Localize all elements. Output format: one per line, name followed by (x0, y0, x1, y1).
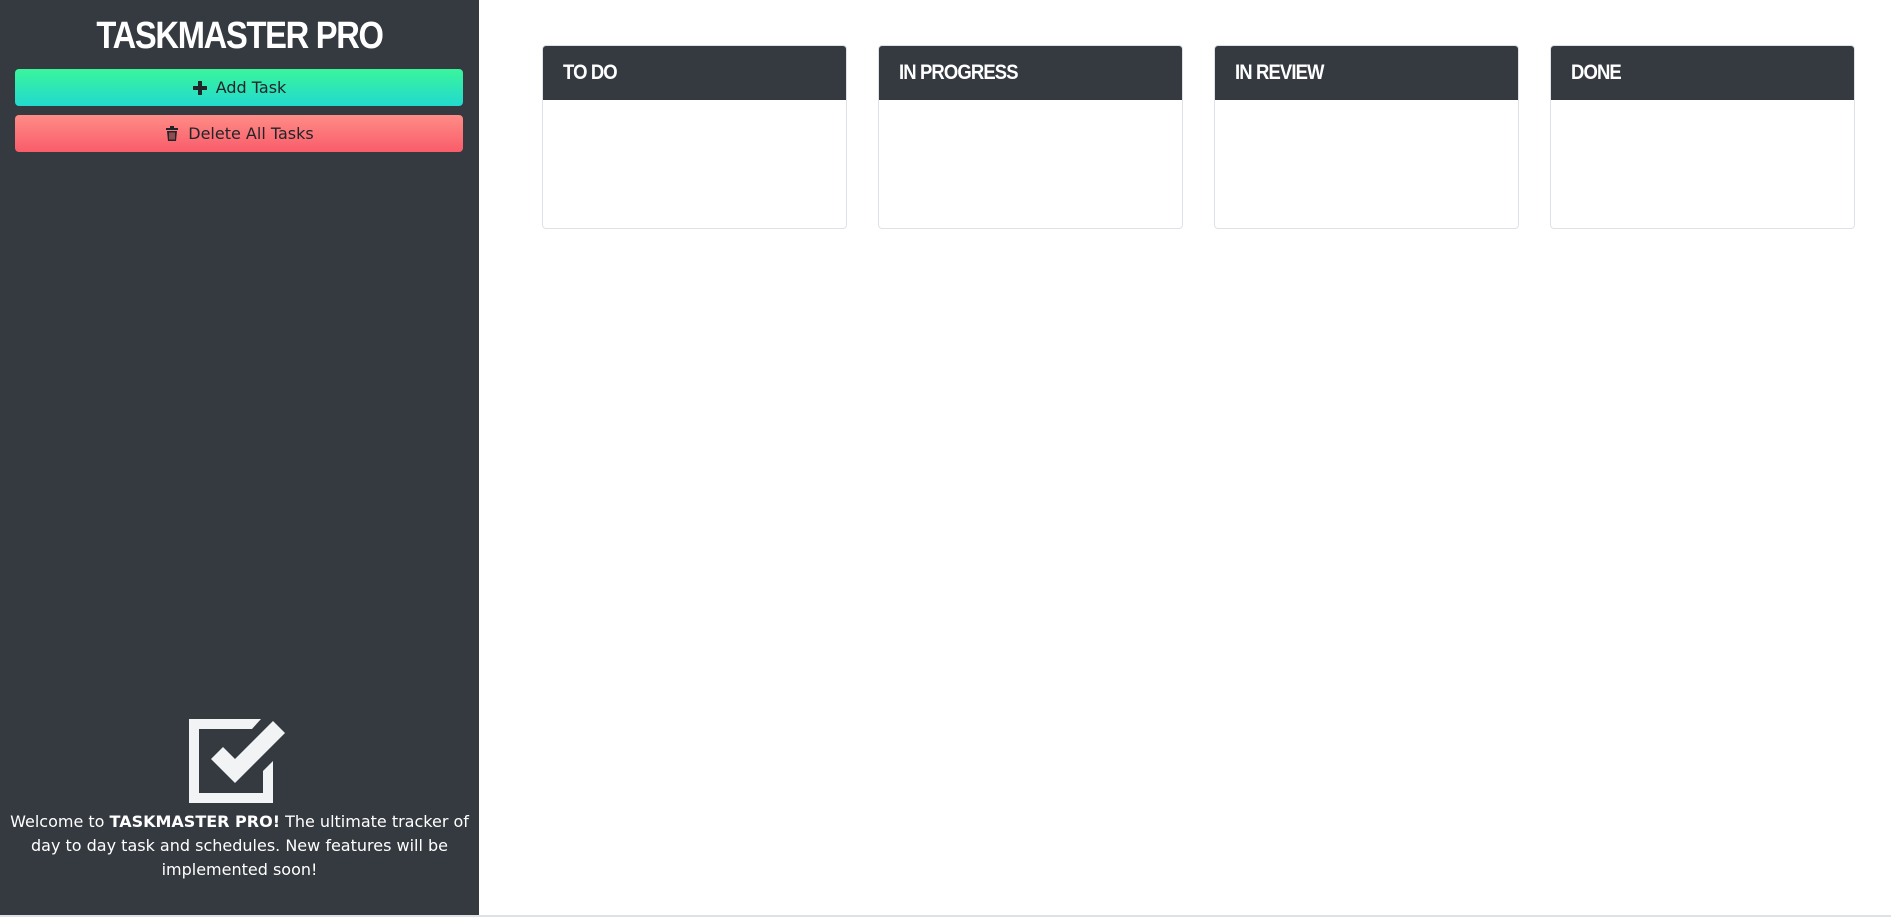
welcome-prefix: Welcome to (10, 812, 110, 831)
column-in-progress: IN PROGRESS (878, 45, 1183, 229)
column-done: DONE (1550, 45, 1855, 229)
column-header: TO DO (543, 46, 846, 100)
column-header: IN PROGRESS (879, 46, 1182, 100)
column-title: TO DO (563, 61, 618, 84)
column-dropzone[interactable] (1215, 100, 1518, 228)
column-title: DONE (1571, 61, 1622, 84)
add-task-button[interactable]: Add Task (15, 69, 463, 106)
column-dropzone[interactable] (879, 100, 1182, 228)
column-todo: TO DO (542, 45, 847, 229)
column-title: IN PROGRESS (899, 61, 1019, 84)
column-header: IN REVIEW (1215, 46, 1518, 100)
welcome-brand: TASKMASTER PRO! (109, 812, 280, 831)
plus-icon (192, 80, 208, 96)
add-task-label: Add Task (215, 78, 287, 97)
checkbox-checked-icon (189, 719, 289, 805)
delete-all-tasks-label: Delete All Tasks (188, 124, 314, 143)
column-header: DONE (1551, 46, 1854, 100)
sidebar: TASKMASTER PRO EDITION Add Task (0, 0, 479, 915)
column-title: IN REVIEW (1235, 61, 1324, 84)
column-in-review: IN REVIEW (1214, 45, 1519, 229)
column-dropzone[interactable] (543, 100, 846, 228)
trash-icon (164, 126, 180, 142)
welcome-message: Welcome to TASKMASTER PRO! The ultimate … (10, 810, 469, 882)
column-dropzone[interactable] (1551, 100, 1854, 228)
delete-all-tasks-button[interactable]: Delete All Tasks (15, 115, 463, 152)
app-root: TASKMASTER PRO EDITION Add Task (0, 0, 1891, 917)
